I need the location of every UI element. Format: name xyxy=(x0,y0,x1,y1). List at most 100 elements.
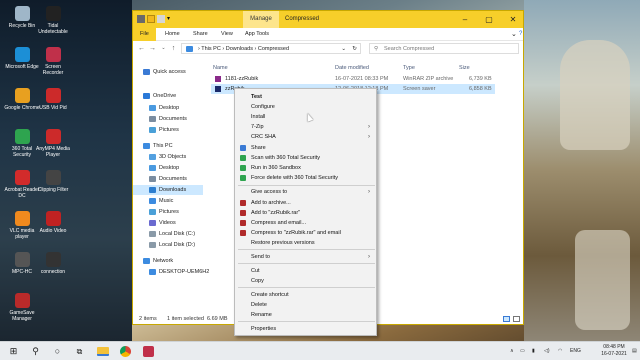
task-view-icon[interactable]: ⧉ xyxy=(74,346,85,357)
desktop-icon[interactable]: Clipping Filter xyxy=(35,170,71,193)
nav-item[interactable]: OneDrive xyxy=(133,91,176,101)
menu-item[interactable]: Add to "zzRubik.rar" xyxy=(235,208,376,218)
column-header-size[interactable]: Size xyxy=(459,63,470,73)
menu-item[interactable]: Restore previous versions xyxy=(235,238,376,248)
desktop-icon[interactable]: Screen Recorder xyxy=(35,47,71,76)
tray-chevron-icon[interactable]: ∧ xyxy=(510,342,514,360)
nav-item[interactable]: Pictures xyxy=(133,207,179,217)
forward-arrow-icon[interactable]: → xyxy=(148,44,157,53)
nav-item[interactable]: Local Disk (D:) xyxy=(133,240,195,250)
network-icon[interactable]: ▭ xyxy=(520,342,525,360)
menu-item[interactable]: Add to archive... xyxy=(235,198,376,208)
menu-item[interactable]: Compress to "zzRubik.rar" and email xyxy=(235,228,376,238)
help-icon[interactable]: ? xyxy=(519,28,522,41)
menu-item[interactable]: Test xyxy=(235,92,376,102)
menu-item[interactable]: CRC SHA › xyxy=(235,132,376,142)
nav-item[interactable]: Local Disk (C:) xyxy=(133,229,195,239)
breadcrumb-this-pc[interactable]: This PC xyxy=(201,46,221,52)
desktop-icon[interactable]: connection xyxy=(35,252,71,275)
menu-item[interactable]: Compress and email... xyxy=(235,218,376,228)
nav-item-label: OneDrive xyxy=(153,93,177,99)
file-explorer-icon[interactable] xyxy=(97,347,109,356)
tab-home[interactable]: Home xyxy=(165,28,180,41)
nav-item[interactable]: Videos xyxy=(133,218,176,228)
nav-item[interactable]: 3D Objects xyxy=(133,152,186,162)
up-arrow-icon[interactable]: ↑ xyxy=(169,44,178,53)
screen-recorder-icon[interactable] xyxy=(143,346,154,357)
nav-item[interactable]: Pictures xyxy=(133,125,179,135)
refresh-icon[interactable]: ↻ xyxy=(352,44,357,54)
menu-item[interactable]: Properties xyxy=(235,324,376,334)
nav-item[interactable]: Quick access xyxy=(133,67,186,77)
nav-item[interactable]: Network xyxy=(133,256,173,266)
menu-item-label: Force delete with 360 Total Security xyxy=(251,175,339,181)
menu-item[interactable]: Force delete with 360 Total Security xyxy=(235,173,376,183)
menu-item[interactable]: Scan with 360 Total Security xyxy=(235,153,376,163)
search-icon[interactable]: ⚲ xyxy=(30,346,41,357)
close-icon[interactable]: ✕ xyxy=(501,11,525,28)
language-indicator[interactable]: ENG xyxy=(570,342,581,360)
menu-item[interactable]: Send to › xyxy=(235,252,376,262)
nav-item[interactable]: Music xyxy=(133,196,173,206)
large-icons-view-icon[interactable] xyxy=(513,316,520,322)
tab-app-tools[interactable]: App Tools xyxy=(245,28,269,41)
maximize-icon[interactable]: ▢ xyxy=(477,11,501,28)
column-header-type[interactable]: Type xyxy=(403,63,415,73)
chevron-down-icon[interactable]: ⌄ xyxy=(511,28,517,41)
cortana-icon[interactable]: ○ xyxy=(52,346,63,357)
start-icon[interactable]: ⊞ xyxy=(8,346,19,357)
address-bar[interactable]: › This PC › Downloads › Compressed ⌄ ↻ xyxy=(181,43,361,54)
column-header-date[interactable]: Date modified xyxy=(335,63,369,73)
address-dropdown-icon[interactable]: ⌄ xyxy=(341,44,346,54)
desktop-icon[interactable]: Tidal Undetectable xyxy=(35,6,71,35)
breadcrumb-compressed[interactable]: Compressed xyxy=(258,46,289,52)
tab-file[interactable]: File xyxy=(133,28,156,41)
desktop-icon[interactable]: AnyMP4 Media Player xyxy=(35,129,71,158)
table-row[interactable]: 1181-zzRubik 16-07-2021 08:33 PM WinRAR ZI… xyxy=(211,74,495,84)
menu-item-label: Add to archive... xyxy=(251,200,291,206)
quick-access-properties-icon[interactable] xyxy=(157,15,165,23)
tab-view[interactable]: View xyxy=(221,28,233,41)
chrome-icon[interactable] xyxy=(120,346,131,357)
column-header-name[interactable]: Name xyxy=(213,63,228,73)
recent-locations-icon[interactable]: ⌄ xyxy=(159,44,168,53)
tab-share[interactable]: Share xyxy=(193,28,208,41)
menu-item[interactable]: Share xyxy=(235,143,376,153)
nav-item[interactable]: Documents xyxy=(133,114,187,124)
desktop-icon[interactable]: Audio Video xyxy=(35,211,71,234)
quick-access-folder-icon[interactable] xyxy=(147,15,155,23)
clock[interactable]: 08:48 PM 16-07-2021 xyxy=(596,344,632,358)
back-arrow-icon[interactable]: ← xyxy=(137,44,146,53)
volume-icon[interactable]: ◁) xyxy=(544,342,550,360)
menu-separator xyxy=(238,287,375,288)
title-bar[interactable]: ▾ Manage Compressed – ▢ ✕ xyxy=(133,11,523,28)
menu-item[interactable]: Run in 360 Sandbox xyxy=(235,163,376,173)
menu-item[interactable]: Copy xyxy=(235,276,376,286)
menu-item[interactable]: 7-Zip › xyxy=(235,122,376,132)
menu-item[interactable]: Rename xyxy=(235,310,376,320)
desktop-icon[interactable]: GameSave Manager xyxy=(4,293,40,322)
nav-item[interactable]: This PC xyxy=(133,141,173,151)
notifications-icon[interactable]: ▤ xyxy=(632,342,637,360)
menu-item[interactable]: Cut xyxy=(235,266,376,276)
breadcrumb-downloads[interactable]: Downloads xyxy=(226,46,253,52)
desktop-icon-label: connection xyxy=(40,269,66,275)
search-input[interactable]: ⚲ Search Compressed xyxy=(369,43,519,54)
battery-icon[interactable]: ▮ xyxy=(532,342,535,360)
nav-item[interactable]: Downloads xyxy=(133,185,203,195)
menu-item[interactable]: Configure xyxy=(235,102,376,112)
menu-item[interactable]: Create shortcut xyxy=(235,290,376,300)
menu-item-label: Install xyxy=(251,114,266,120)
menu-item[interactable]: Delete xyxy=(235,300,376,310)
nav-item[interactable]: Desktop xyxy=(133,103,179,113)
chevron-down-icon[interactable]: ▾ xyxy=(167,15,175,23)
desktop-icon[interactable]: USB Vid Pid xyxy=(35,88,71,111)
manage-tab[interactable]: Manage xyxy=(243,11,279,28)
nav-item[interactable]: Desktop xyxy=(133,163,179,173)
details-view-icon[interactable] xyxy=(503,316,510,322)
menu-item[interactable]: Give access to › xyxy=(235,187,376,197)
wifi-icon[interactable]: ◠ xyxy=(558,342,562,360)
nav-item[interactable]: Documents xyxy=(133,174,187,184)
minimize-icon[interactable]: – xyxy=(453,11,477,28)
nav-item[interactable]: DESKTOP-UEM6H2 xyxy=(133,267,209,277)
